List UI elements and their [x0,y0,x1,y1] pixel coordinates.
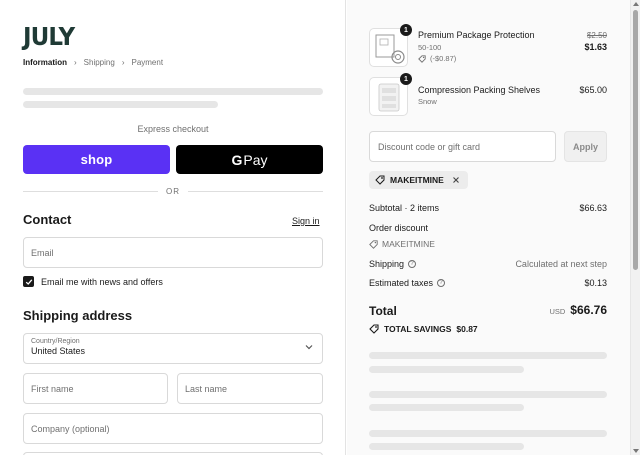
savings-label: TOTAL SAVINGS [384,324,452,334]
check-icon [25,278,32,285]
scroll-up-icon[interactable] [633,2,639,6]
order-discount-label: Order discount [369,223,429,233]
scrollbar-thumb[interactable] [633,10,638,270]
taxes-label: Estimated taxes [369,278,434,288]
info-icon[interactable]: ? [437,279,446,287]
tag-icon [375,175,385,185]
tag-icon [369,239,378,249]
chevron-right-icon: › [74,58,77,67]
google-pay-button[interactable]: G Pay [176,145,323,174]
chevron-down-icon [305,344,313,350]
express-checkout-label: Express checkout [137,124,209,134]
shipping-value: Calculated at next step [515,259,607,269]
newsletter-option[interactable]: Email me with news and offers [23,276,163,287]
apply-discount-button[interactable]: Apply [564,131,607,162]
breadcrumb: Information › Shipping › Payment [23,58,163,67]
loading-skeleton [369,391,607,398]
first-name-placeholder: First name [31,383,74,394]
country-label: Country/Region [31,338,80,345]
email-placeholder: Email [31,247,54,258]
newsletter-label: Email me with news and offers [41,276,163,287]
product-price: $1.63 [584,42,607,52]
product-title: Compression Packing Shelves [418,85,541,95]
product-price: $65.00 [579,85,607,95]
applied-discount-chip: MAKEITMINE [369,171,468,189]
subtotal-value: $66.63 [579,203,607,213]
order-discount-code-text: MAKEITMINE [382,239,435,249]
checkout-main: JULY Information › Shipping › Payment Ex… [0,0,346,455]
total-value: USD $66.76 [549,303,607,317]
breadcrumb-payment: Payment [131,58,164,67]
google-pay-label: Pay [243,151,268,168]
country-value: United States [31,346,86,356]
loading-skeleton [369,352,607,359]
company-field[interactable]: Company (optional) [23,413,323,444]
first-name-field[interactable]: First name [23,373,168,404]
shop-pay-logo: shop [80,152,113,167]
tag-icon [369,324,379,334]
contact-heading: Contact [23,212,72,227]
last-name-field[interactable]: Last name [177,373,323,404]
company-placeholder: Company (optional) [31,423,110,434]
discount-code-input[interactable]: Discount code or gift card [369,131,556,162]
subtotal-label: Subtotal · 2 items [369,203,440,213]
loading-skeleton [369,443,524,450]
product-variant: 50-100 [418,43,442,52]
breadcrumb-shipping: Shipping [83,58,115,67]
chevron-right-icon: › [121,58,125,67]
loading-skeleton [23,101,218,108]
product-variant: Snow [418,97,437,106]
or-divider: OR [23,185,323,197]
last-name-placeholder: Last name [185,383,228,394]
divider-line [23,190,158,192]
product-discount: (-$0.87) [418,54,456,63]
brand-logo[interactable]: JULY [23,22,75,51]
taxes-value: $0.13 [584,278,607,288]
product-discount-amount: (-$0.87) [430,54,457,63]
currency-code: USD [549,307,566,316]
total-amount: $66.76 [570,303,607,317]
quantity-badge: 1 [400,73,412,85]
shipping-address-heading: Shipping address [23,308,133,323]
tag-icon [418,54,426,63]
sign-in-link[interactable]: Sign in [292,216,320,226]
quantity-badge: 1 [400,24,412,36]
taxes-row-label: Estimated taxes ? [369,278,446,288]
shipping-row-label: Shipping ? [369,259,417,269]
loading-skeleton [369,430,607,437]
newsletter-checkbox[interactable] [23,276,34,287]
applied-code: MAKEITMINE [390,175,444,185]
page-scrollbar[interactable] [630,0,640,455]
breadcrumb-information[interactable]: Information [23,58,67,67]
info-icon[interactable]: ? [408,260,417,268]
or-label: OR [166,186,180,196]
product-title: Premium Package Protection [418,30,535,40]
total-label: Total [369,304,397,318]
scroll-down-icon[interactable] [633,449,639,453]
loading-skeleton [23,88,323,95]
country-select[interactable]: Country/Region United States [23,333,323,364]
loading-skeleton [369,366,524,373]
order-discount-code: MAKEITMINE [369,239,435,249]
total-savings: TOTAL SAVINGS $0.87 [369,324,478,334]
remove-discount-icon[interactable] [452,176,460,184]
discount-placeholder: Discount code or gift card [378,141,481,152]
google-g-icon: G [231,151,243,168]
divider-line [188,190,323,192]
email-field[interactable]: Email [23,237,323,268]
shop-pay-button[interactable]: shop [23,145,170,174]
loading-skeleton [369,404,524,411]
original-price: $2.50 [586,31,607,40]
shipping-label: Shipping [369,259,405,269]
savings-value: $0.87 [456,324,478,334]
